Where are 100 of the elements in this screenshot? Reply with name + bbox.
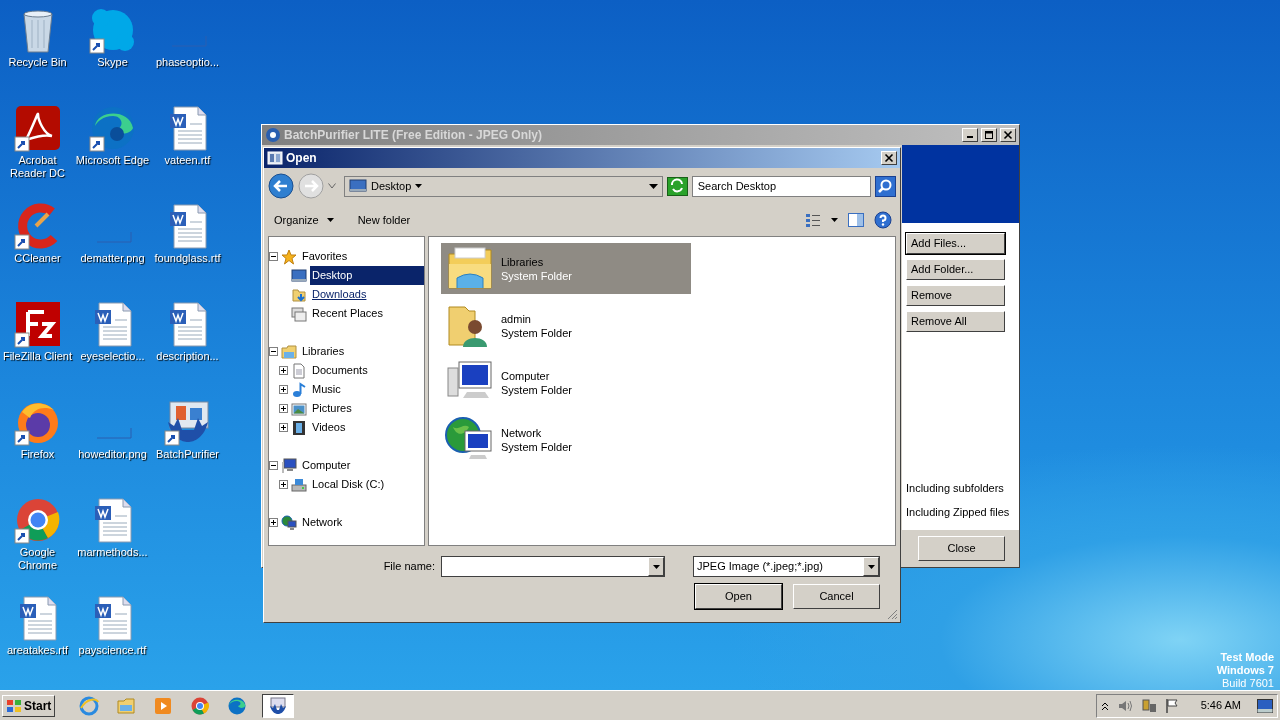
icon-label[interactable]: Microsoft Edge [75,154,150,167]
file-item[interactable]: admin System Folder [441,300,691,351]
search-icon[interactable] [875,175,896,197]
search-field[interactable]: Search Desktop [691,175,871,197]
file-name: Libraries [501,254,545,269]
tree-item[interactable]: Videos [310,418,348,437]
expand-toggle[interactable] [269,518,278,527]
icon-label[interactable]: phaseoptio... [150,56,225,69]
icon-label[interactable]: foundglass.rtf [150,252,225,265]
tree-item[interactable]: Downloads [310,285,369,304]
tree-item[interactable]: Local Disk (C:) [310,475,387,494]
icon-label[interactable]: Firefox [0,448,75,461]
recent-places-icon [291,305,307,322]
watermark-text: Windows 7 [1216,664,1274,677]
chevron-icon[interactable] [1100,700,1109,711]
expand-toggle[interactable] [279,423,288,432]
tree-item[interactable]: Music [310,380,343,399]
file-type-dropdown[interactable]: JPEG Image (*.jpeg;*.jpg) [693,556,880,577]
file-item[interactable]: Network System Folder [441,414,691,465]
resize-grip-icon[interactable] [886,608,898,620]
refresh-icon[interactable] [666,176,688,196]
expand-toggle[interactable] [279,404,288,413]
icon-label[interactable]: eyeselectio... [75,350,150,363]
music-icon [291,381,307,398]
clock[interactable]: 5:46 AM [1200,697,1241,714]
file-item[interactable]: Computer System Folder [441,357,691,408]
dialog-button[interactable]: Open [695,584,782,609]
close-button[interactable]: Close [918,536,1005,561]
start-button[interactable]: Start [2,694,56,717]
address-text: Desktop [371,178,412,194]
maximize-button[interactable] [981,128,997,142]
batch-purifier-icon[interactable] [163,398,212,446]
close-icon [1003,130,1013,140]
caret-icon[interactable] [831,218,838,222]
start-icon [6,698,22,713]
dialog-button[interactable]: Cancel [793,584,880,609]
expand-toggle[interactable] [279,480,288,489]
toolbar-button[interactable]: New folder [355,209,413,231]
caret-icon [415,184,423,188]
chrome-icon[interactable] [13,496,62,544]
icon-label[interactable]: vateen.rtf [150,154,225,167]
file-item[interactable]: Libraries System Folder [441,243,691,294]
icon-label[interactable]: CCleaner [0,252,75,265]
maximize-icon [984,130,994,140]
collapse-toggle[interactable] [269,252,278,261]
window-title: BatchPurifier LITE (Free Edition - JPEG Only) [284,127,544,144]
show-desktop-icon[interactable] [1257,698,1273,713]
dropdown-icon[interactable] [648,183,658,189]
dropdown-icon [652,564,660,569]
collapse-toggle[interactable] [269,461,278,470]
action-button[interactable]: Add Folder... [906,259,1005,280]
icon-label[interactable]: FileZilla Client [0,350,75,363]
close-button[interactable] [881,151,897,165]
action-button[interactable]: Remove [906,285,1005,306]
filezilla-icon[interactable] [13,300,62,348]
speaker-icon[interactable] [1116,698,1133,713]
acrobat-icon[interactable] [13,104,62,152]
icon-label[interactable]: howeditor.png [75,448,150,461]
videos-icon [291,419,307,436]
dialog-icon [267,151,283,165]
action-button[interactable]: Remove All [906,311,1005,332]
expand-toggle[interactable] [279,385,288,394]
tree-item[interactable]: Favorites [300,247,350,266]
collapse-toggle[interactable] [269,347,278,356]
tree-item[interactable]: Documents [310,361,370,380]
file-name-field[interactable] [441,556,665,577]
icon-label[interactable]: Recycle Bin [0,56,75,69]
batch-purifier-taskbar-button[interactable] [262,693,295,718]
network-icon[interactable] [1140,697,1157,714]
back-icon[interactable] [268,173,294,199]
address-bar[interactable]: Desktop [344,175,663,197]
toolbar-button[interactable]: Organize [272,209,336,231]
edge-icon[interactable] [88,104,137,152]
minimize-button[interactable] [962,128,978,142]
close-button[interactable] [1000,128,1016,142]
flag-icon[interactable] [1164,697,1179,714]
tree-item[interactable]: Pictures [310,399,354,418]
icon-label[interactable]: Skype [75,56,150,69]
file-type: System Folder [501,325,572,340]
tree-item[interactable]: Recent Places [310,304,385,323]
action-button[interactable]: Add Files... [906,233,1005,254]
expand-toggle[interactable] [279,366,288,375]
view-icon[interactable] [805,213,821,227]
help-icon[interactable] [874,211,892,229]
tree-item[interactable]: Desktop [310,266,424,285]
tree-item[interactable]: Network [300,513,345,532]
icon-label[interactable]: BatchPurifier [150,448,225,461]
close-icon [884,153,894,163]
tree-item[interactable]: Computer [300,456,353,475]
tree-item[interactable]: Libraries [300,342,347,361]
computer-icon [281,457,297,474]
icon-label[interactable]: Acrobat Reader DC [0,154,75,180]
icon-label[interactable]: dematter.png [75,252,150,265]
icon-label[interactable]: description... [150,350,225,363]
preview-pane-icon[interactable] [848,213,864,227]
desktop-icon [349,179,367,193]
pictures-icon [291,400,307,417]
option-label: Including subfolders [906,481,1005,496]
skype-icon[interactable] [88,6,137,54]
browser-icon [79,695,100,716]
